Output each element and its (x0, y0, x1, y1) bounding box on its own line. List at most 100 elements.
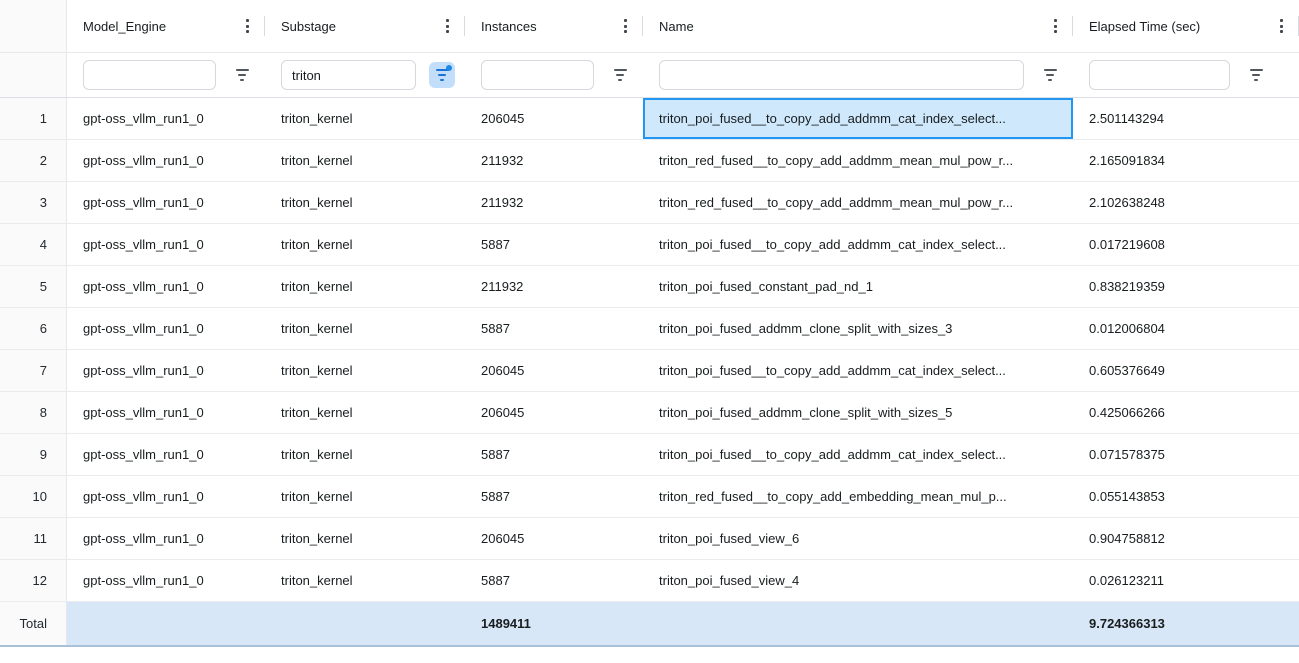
table-row[interactable]: 8 gpt-oss_vllm_run1_0 triton_kernel 2060… (0, 392, 1299, 434)
row-number[interactable]: 4 (0, 224, 67, 265)
cell-name[interactable]: triton_red_fused__to_copy_add_addmm_mean… (643, 140, 1073, 181)
instances-filter-input[interactable] (481, 60, 594, 90)
cell-model-engine[interactable]: gpt-oss_vllm_run1_0 (67, 98, 265, 139)
cell-model-engine[interactable]: gpt-oss_vllm_run1_0 (67, 182, 265, 223)
cell-name[interactable]: triton_poi_fused__to_copy_add_addmm_cat_… (643, 224, 1073, 265)
table-row[interactable]: 5 gpt-oss_vllm_run1_0 triton_kernel 2119… (0, 266, 1299, 308)
row-number[interactable]: 7 (0, 350, 67, 391)
cell-substage[interactable]: triton_kernel (265, 560, 465, 601)
row-number[interactable]: 10 (0, 476, 67, 517)
filter-icon[interactable] (1243, 62, 1269, 88)
cell-instances[interactable]: 206045 (465, 350, 643, 391)
cell-name[interactable]: triton_red_fused__to_copy_add_addmm_mean… (643, 182, 1073, 223)
cell-model-engine[interactable]: gpt-oss_vllm_run1_0 (67, 266, 265, 307)
cell-substage[interactable]: triton_kernel (265, 392, 465, 433)
cell-substage[interactable]: triton_kernel (265, 518, 465, 559)
cell-elapsed-time[interactable]: 0.017219608 (1073, 224, 1299, 265)
cell-name[interactable]: triton_red_fused__to_copy_add_embedding_… (643, 476, 1073, 517)
cell-substage[interactable]: triton_kernel (265, 140, 465, 181)
column-header-name[interactable]: Name (643, 0, 1073, 52)
filter-icon[interactable] (1037, 62, 1063, 88)
column-menu-icon[interactable] (1050, 15, 1061, 37)
cell-name[interactable]: triton_poi_fused__to_copy_add_addmm_cat_… (643, 434, 1073, 475)
cell-name[interactable]: triton_poi_fused_addmm_clone_split_with_… (643, 308, 1073, 349)
cell-elapsed-time[interactable]: 0.904758812 (1073, 518, 1299, 559)
cell-instances[interactable]: 5887 (465, 224, 643, 265)
substage-filter-input[interactable] (281, 60, 416, 90)
column-header-instances[interactable]: Instances (465, 0, 643, 52)
row-number[interactable]: 9 (0, 434, 67, 475)
model-engine-filter-input[interactable] (83, 60, 216, 90)
cell-elapsed-time[interactable]: 0.605376649 (1073, 350, 1299, 391)
cell-substage[interactable]: triton_kernel (265, 224, 465, 265)
cell-substage[interactable]: triton_kernel (265, 98, 465, 139)
cell-substage[interactable]: triton_kernel (265, 308, 465, 349)
cell-instances[interactable]: 206045 (465, 392, 643, 433)
cell-elapsed-time[interactable]: 2.102638248 (1073, 182, 1299, 223)
table-row[interactable]: 7 gpt-oss_vllm_run1_0 triton_kernel 2060… (0, 350, 1299, 392)
column-menu-icon[interactable] (1276, 15, 1287, 37)
column-menu-icon[interactable] (242, 15, 253, 37)
cell-instances[interactable]: 211932 (465, 182, 643, 223)
cell-name[interactable]: triton_poi_fused_constant_pad_nd_1 (643, 266, 1073, 307)
column-header-elapsed-time[interactable]: Elapsed Time (sec) (1073, 0, 1299, 52)
table-row[interactable]: 9 gpt-oss_vllm_run1_0 triton_kernel 5887… (0, 434, 1299, 476)
table-row[interactable]: 4 gpt-oss_vllm_run1_0 triton_kernel 5887… (0, 224, 1299, 266)
table-row[interactable]: 10 gpt-oss_vllm_run1_0 triton_kernel 588… (0, 476, 1299, 518)
cell-elapsed-time[interactable]: 0.071578375 (1073, 434, 1299, 475)
column-menu-icon[interactable] (620, 15, 631, 37)
cell-elapsed-time[interactable]: 2.165091834 (1073, 140, 1299, 181)
table-row[interactable]: 3 gpt-oss_vllm_run1_0 triton_kernel 2119… (0, 182, 1299, 224)
row-number[interactable]: 12 (0, 560, 67, 601)
table-row[interactable]: 6 gpt-oss_vllm_run1_0 triton_kernel 5887… (0, 308, 1299, 350)
row-number[interactable]: 3 (0, 182, 67, 223)
table-row[interactable]: 2 gpt-oss_vllm_run1_0 triton_kernel 2119… (0, 140, 1299, 182)
table-row[interactable]: 1 gpt-oss_vllm_run1_0 triton_kernel 2060… (0, 98, 1299, 140)
filter-icon[interactable] (607, 62, 633, 88)
cell-substage[interactable]: triton_kernel (265, 434, 465, 475)
cell-instances[interactable]: 211932 (465, 140, 643, 181)
cell-elapsed-time[interactable]: 0.026123211 (1073, 560, 1299, 601)
cell-model-engine[interactable]: gpt-oss_vllm_run1_0 (67, 308, 265, 349)
cell-substage[interactable]: triton_kernel (265, 476, 465, 517)
cell-elapsed-time[interactable]: 0.838219359 (1073, 266, 1299, 307)
cell-name[interactable]: triton_poi_fused__to_copy_add_addmm_cat_… (643, 350, 1073, 391)
cell-name[interactable]: triton_poi_fused_addmm_clone_split_with_… (643, 392, 1073, 433)
cell-model-engine[interactable]: gpt-oss_vllm_run1_0 (67, 350, 265, 391)
cell-model-engine[interactable]: gpt-oss_vllm_run1_0 (67, 224, 265, 265)
cell-elapsed-time[interactable]: 2.501143294 (1073, 98, 1299, 139)
cell-elapsed-time[interactable]: 0.055143853 (1073, 476, 1299, 517)
cell-instances[interactable]: 5887 (465, 308, 643, 349)
cell-instances[interactable]: 5887 (465, 476, 643, 517)
cell-model-engine[interactable]: gpt-oss_vllm_run1_0 (67, 434, 265, 475)
column-header-model-engine[interactable]: Model_Engine (67, 0, 265, 52)
elapsed-time-filter-input[interactable] (1089, 60, 1230, 90)
row-number[interactable]: 5 (0, 266, 67, 307)
row-number[interactable]: 11 (0, 518, 67, 559)
cell-instances[interactable]: 5887 (465, 434, 643, 475)
cell-model-engine[interactable]: gpt-oss_vllm_run1_0 (67, 140, 265, 181)
column-menu-icon[interactable] (442, 15, 453, 37)
row-number[interactable]: 1 (0, 98, 67, 139)
cell-substage[interactable]: triton_kernel (265, 182, 465, 223)
table-row[interactable]: 12 gpt-oss_vllm_run1_0 triton_kernel 588… (0, 560, 1299, 602)
cell-instances[interactable]: 5887 (465, 560, 643, 601)
name-filter-input[interactable] (659, 60, 1024, 90)
cell-model-engine[interactable]: gpt-oss_vllm_run1_0 (67, 476, 265, 517)
cell-name[interactable]: triton_poi_fused_view_4 (643, 560, 1073, 601)
cell-substage[interactable]: triton_kernel (265, 350, 465, 391)
cell-name[interactable]: triton_poi_fused__to_copy_add_addmm_cat_… (643, 98, 1073, 139)
cell-model-engine[interactable]: gpt-oss_vllm_run1_0 (67, 518, 265, 559)
cell-name[interactable]: triton_poi_fused_view_6 (643, 518, 1073, 559)
row-number[interactable]: 6 (0, 308, 67, 349)
cell-substage[interactable]: triton_kernel (265, 266, 465, 307)
table-row[interactable]: 11 gpt-oss_vllm_run1_0 triton_kernel 206… (0, 518, 1299, 560)
cell-elapsed-time[interactable]: 0.012006804 (1073, 308, 1299, 349)
cell-model-engine[interactable]: gpt-oss_vllm_run1_0 (67, 560, 265, 601)
cell-elapsed-time[interactable]: 0.425066266 (1073, 392, 1299, 433)
filter-icon[interactable] (229, 62, 255, 88)
cell-instances[interactable]: 211932 (465, 266, 643, 307)
cell-instances[interactable]: 206045 (465, 518, 643, 559)
cell-instances[interactable]: 206045 (465, 98, 643, 139)
cell-model-engine[interactable]: gpt-oss_vllm_run1_0 (67, 392, 265, 433)
